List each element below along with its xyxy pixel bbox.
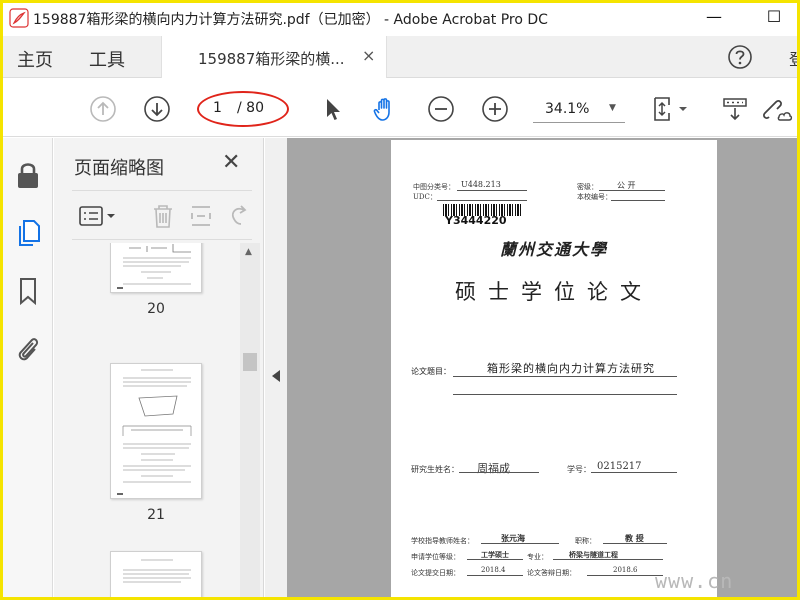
school-no-label: 本校编号：	[577, 193, 612, 201]
underline	[437, 200, 527, 201]
pdf-page: 中图分类号： U448.213 UDC： 密级： 公 开 本校编号： Y3444…	[391, 140, 717, 597]
collapse-arrow-icon[interactable]	[272, 370, 280, 382]
underline	[467, 559, 523, 560]
thumbnail-page[interactable]	[110, 363, 202, 499]
degree-title: 硕士学位论文	[455, 280, 653, 304]
underline	[481, 543, 559, 544]
zoom-value: 34.1%	[545, 101, 590, 117]
share-link-icon[interactable]	[759, 95, 793, 123]
title-bar: 159887箱形梁的横向内力计算方法研究.pdf（已加密） - Adobe Ac…	[3, 3, 797, 33]
thumbnail-tools	[72, 190, 252, 240]
select-cursor-icon[interactable]	[319, 95, 347, 123]
underline	[587, 575, 663, 576]
thumbnail-page-number: 20	[147, 301, 165, 317]
student-no-label: 学号：	[567, 465, 591, 474]
tab-bar: 主页 工具 159887箱形梁的横... × 登	[3, 36, 797, 78]
scroll-up-icon[interactable]: ▲	[245, 247, 252, 257]
major-label: 专业：	[527, 553, 548, 561]
panel-collapse-strip[interactable]	[265, 138, 287, 597]
rotate-page-icon[interactable]	[226, 203, 252, 229]
app-window: 159887箱形梁的横向内力计算方法研究.pdf（已加密） - Adobe Ac…	[3, 3, 797, 597]
signin-link[interactable]: 登	[789, 46, 797, 70]
left-nav-rail	[3, 138, 53, 597]
thumbnail-content	[117, 369, 192, 495]
class-no-label: 中图分类号：	[413, 183, 455, 191]
underline	[453, 394, 677, 395]
zoom-dropdown[interactable]: 34.1% ▼	[533, 97, 625, 123]
thesis-title: 箱形梁的横向内力计算方法研究	[487, 362, 655, 375]
acrobat-app-icon	[9, 8, 29, 28]
next-page-icon[interactable]	[143, 95, 171, 123]
university-name: 蘭州交通大學	[499, 240, 608, 259]
class-no-value: U448.213	[461, 180, 501, 189]
barcode-text: Y3444220	[445, 214, 507, 227]
thumbnail-content	[123, 559, 191, 583]
extract-page-icon[interactable]	[188, 203, 214, 229]
underline	[453, 376, 677, 377]
defense-date-label: 论文答辩日期：	[527, 569, 576, 577]
tab-tools[interactable]: 工具	[89, 46, 125, 72]
student-name: 周福成	[477, 462, 510, 475]
thumbnail-page[interactable]	[110, 551, 202, 597]
degree-level-label: 申请学位等级：	[411, 553, 460, 561]
security-label: 密级：	[577, 183, 598, 191]
tab-document[interactable]: 159887箱形梁的横... ×	[161, 36, 387, 78]
underline	[553, 559, 663, 560]
tab-document-label: 159887箱形梁的横...	[198, 50, 345, 68]
udc-label: UDC：	[413, 193, 437, 201]
thumbnail-panel: 页面缩略图 ✕ 20 21 ▲	[54, 138, 264, 597]
delete-page-icon[interactable]	[150, 203, 176, 229]
hand-tool-icon[interactable]	[371, 95, 399, 123]
underline	[459, 472, 539, 473]
help-icon[interactable]	[727, 44, 753, 70]
thumbnail-content	[117, 244, 191, 289]
scrollbar-thumb[interactable]	[243, 353, 257, 371]
watermark-text: www.cn	[655, 569, 734, 593]
close-panel-button[interactable]: ✕	[222, 150, 240, 175]
submit-date: 2018.4	[481, 566, 506, 574]
advisor-title-label: 职称：	[575, 537, 596, 545]
thesis-title-label: 论文题目：	[411, 367, 451, 376]
minimize-button[interactable]: —	[703, 7, 725, 29]
thumbnail-panel-title: 页面缩略图	[74, 158, 164, 179]
underline	[467, 575, 523, 576]
lock-icon[interactable]	[15, 160, 41, 190]
thumbnail-page[interactable]	[110, 243, 202, 293]
underline	[611, 200, 665, 201]
zoom-in-icon[interactable]	[481, 95, 509, 123]
page-thumbnails-icon[interactable]	[15, 218, 41, 248]
tab-home[interactable]: 主页	[17, 46, 53, 72]
underline	[457, 190, 527, 191]
tab-close-button[interactable]: ×	[362, 46, 375, 65]
maximize-button[interactable]: ☐	[763, 7, 785, 29]
advisor-label: 学校指导教师姓名：	[411, 537, 474, 545]
submit-date-label: 论文提交日期：	[411, 569, 460, 577]
attachment-icon[interactable]	[15, 334, 41, 364]
options-menu-icon[interactable]	[78, 203, 118, 229]
previous-page-icon[interactable]	[89, 95, 117, 123]
thumbnail-list: 20 21	[54, 243, 240, 597]
underline	[603, 543, 667, 544]
page-fit-icon[interactable]	[651, 95, 691, 123]
bookmark-icon[interactable]	[15, 276, 41, 306]
student-no: 0215217	[597, 461, 642, 472]
underline	[599, 190, 665, 191]
zoom-out-icon[interactable]	[427, 95, 455, 123]
window-title: 159887箱形梁的横向内力计算方法研究.pdf（已加密） - Adobe Ac…	[33, 12, 548, 28]
document-viewport[interactable]: 中图分类号： U448.213 UDC： 密级： 公 开 本校编号： Y3444…	[287, 138, 797, 597]
underline	[591, 472, 677, 473]
annotation-circle	[197, 91, 289, 127]
thumbnail-scrollbar[interactable]: ▲	[240, 243, 260, 597]
student-name-label: 研究生姓名：	[411, 465, 459, 474]
defense-date: 2018.6	[613, 566, 638, 574]
thumbnail-page-number: 21	[147, 507, 165, 523]
toolbar: 1 / 80 34.1% ▼	[3, 79, 797, 137]
chevron-down-icon: ▼	[609, 103, 616, 113]
scroll-mode-icon[interactable]	[721, 95, 749, 123]
